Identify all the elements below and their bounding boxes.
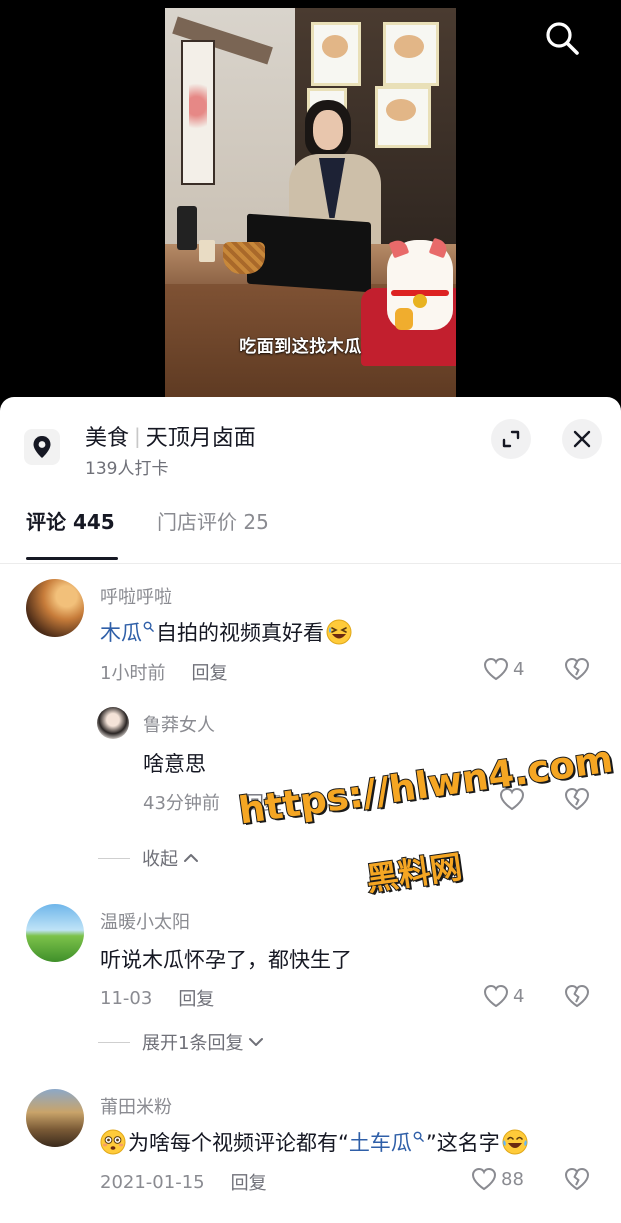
location-pin-badge [24,429,60,465]
location-title[interactable]: 美食 | 天顶月卤面 [85,420,256,452]
search-link[interactable]: 土车瓜 [349,1127,412,1157]
like-button[interactable] [499,787,529,811]
reply-username[interactable]: 鲁莽女人 [143,711,215,737]
close-icon [573,430,591,448]
expand-icon [502,430,520,448]
expand-button[interactable] [491,419,531,459]
search-icon [413,1131,424,1142]
collapse-label: 收起 [142,849,178,870]
comment-time: 1小时前 [100,663,166,684]
like-count: 4 [513,658,525,680]
comment-username[interactable]: 温暖小太阳 [100,908,190,934]
comment-text: 为啥每个视频评论都有“ 土车瓜 ”这名字 [100,1127,528,1157]
dislike-button[interactable] [564,1167,590,1195]
avatar[interactable] [26,1089,84,1147]
broken-heart-icon [564,984,590,1008]
divider-dash [98,857,130,859]
comment-text: 听说木瓜怀孕了，都快生了 [100,948,352,972]
comment-body: 为啥每个视频评论都有“ [128,1131,349,1155]
like-button[interactable]: 4 [483,984,524,1008]
comment-item: 呼啦呼啦 木瓜 自拍的视频真好看 1小时前 回复 4 鲁莽女人 啥意思 43分钟… [0,577,621,877]
dislike-button[interactable] [564,787,590,815]
comment-meta: 1小时前 回复 [100,659,227,685]
reply-button[interactable]: 回复 [231,1169,267,1195]
tears-of-joy-emoji-icon [502,1129,528,1155]
video-menu-board [311,22,361,86]
video-painting [181,40,215,185]
video-lucky-cat-bell [413,294,427,308]
comment-meta: 2021-01-15 回复 [100,1169,267,1195]
chevron-down-icon [249,1038,264,1046]
comment-item: 莆田米粉 为啥每个视频评论都有“ 土车瓜 ”这名字 2021-01-15 回复 … [0,1087,621,1223]
expand-replies-button[interactable]: 展开1条回复 [98,1029,265,1055]
heart-icon [483,657,509,681]
video-phone [177,206,197,250]
comment-username[interactable]: 呼啦呼啦 [100,583,172,609]
location-divider: | [134,424,141,448]
dislike-button[interactable] [564,984,590,1012]
grinning-squint-sweat-emoji-icon [326,619,352,645]
flushed-emoji-icon [100,1129,126,1155]
reply-button[interactable]: 回复 [246,789,282,815]
comment-time: 2021-01-15 [100,1171,205,1193]
like-button[interactable]: 88 [471,1167,524,1191]
reply-text: 啥意思 [143,752,206,776]
tab-store-reviews[interactable]: 门店评价 25 [157,506,269,535]
video-subtitle: 吃面到这找木瓜 [239,337,362,357]
video-area[interactable]: 吃面到这找木瓜 [0,0,621,410]
video-menu-board [383,22,439,86]
video-frame[interactable]: 吃面到这找木瓜 [165,8,456,400]
reply-button[interactable]: 回复 [191,659,227,685]
search-icon [143,621,154,632]
chevron-up-icon [184,854,198,862]
collapse-replies-button[interactable]: 收起 [98,845,200,871]
heart-icon [499,787,525,811]
broken-heart-icon [564,1167,590,1191]
reply-button[interactable]: 回复 [178,985,214,1011]
video-basket [223,242,265,274]
heart-icon [483,984,509,1008]
location-pin-icon [33,436,51,458]
like-count: 88 [501,1168,524,1190]
location-checkins: 139人打卡 [85,459,169,479]
broken-heart-icon [564,657,590,681]
video-monitor [247,213,371,293]
search-button[interactable] [542,18,582,58]
broken-heart-icon [564,787,590,811]
location-category: 美食 [85,426,130,451]
comment-body-end: ”这名字 [425,1131,500,1155]
location-name: 天顶月卤面 [145,426,256,451]
expand-label: 展开1条回复 [142,1033,244,1054]
reply-meta: 43分钟前 回复 [143,789,282,815]
comment-body: 自拍的视频真好看 [156,621,324,645]
active-tab-indicator [26,557,118,560]
reply-time: 43分钟前 [143,793,220,814]
heart-icon [471,1167,497,1191]
video-person-face [313,110,343,150]
avatar[interactable] [26,579,84,637]
video-menu-board [375,86,431,148]
divider-dash [98,1041,130,1043]
search-icon [546,22,579,55]
location-header[interactable]: 美食 | 天顶月卤面 139人打卡 [0,397,621,487]
comment-text: 木瓜 自拍的视频真好看 [100,617,352,647]
comment-item: 温暖小太阳 听说木瓜怀孕了，都快生了 11-03 回复 4 展开1条回复 [0,902,621,1062]
video-lucky-cat-paw [395,308,413,330]
comment-sheet: 美食 | 天顶月卤面 139人打卡 评论 445 门店评价 25 呼啦呼啦 木瓜 [0,397,621,1223]
comment-tabs: 评论 445 门店评价 25 [0,492,621,564]
video-cup [199,240,215,262]
dislike-button[interactable] [564,657,590,685]
avatar[interactable] [26,904,84,962]
avatar[interactable] [97,707,129,739]
comment-meta: 11-03 回复 [100,985,214,1011]
like-count: 4 [513,985,525,1007]
close-button[interactable] [562,419,602,459]
like-button[interactable]: 4 [483,657,524,681]
tab-comments[interactable]: 评论 445 [26,506,115,535]
comment-time: 11-03 [100,987,153,1009]
comment-username[interactable]: 莆田米粉 [100,1093,172,1119]
search-link[interactable]: 木瓜 [100,617,142,647]
